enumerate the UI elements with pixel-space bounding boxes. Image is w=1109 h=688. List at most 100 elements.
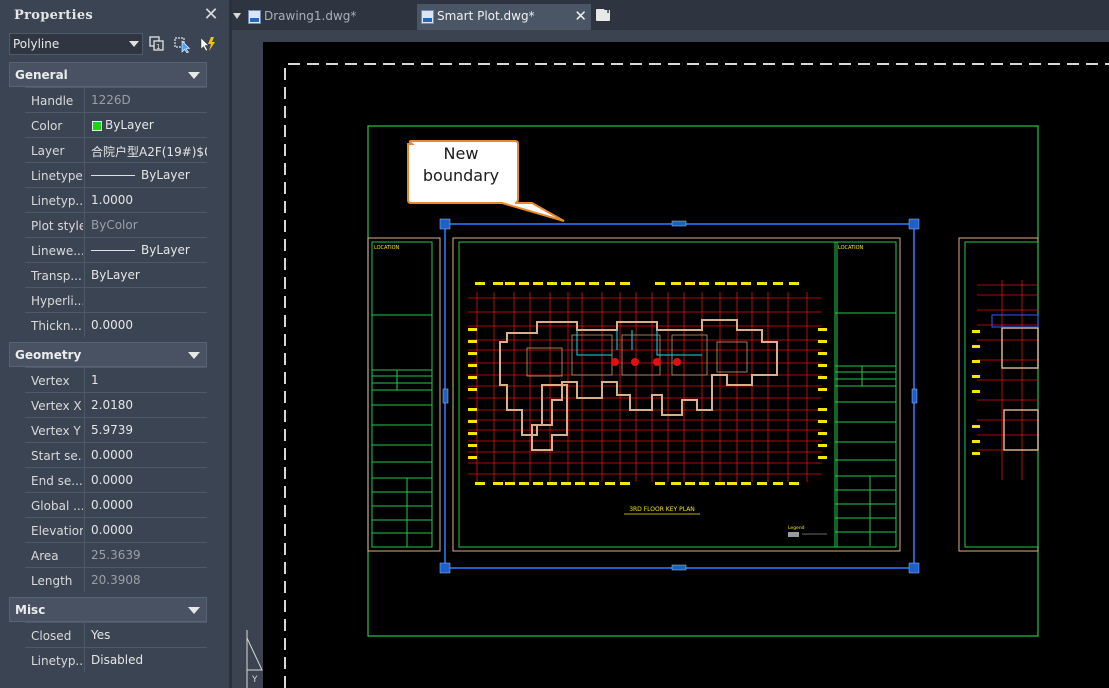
property-value: ByLayer	[105, 118, 154, 132]
grip-handle[interactable]	[439, 218, 451, 230]
property-row-global[interactable]: Global ... 0.0000	[9, 492, 207, 517]
new-tab-icon[interactable]	[596, 2, 613, 21]
section-title: Misc	[15, 603, 46, 617]
grip-handle[interactable]	[908, 218, 920, 230]
property-value-cell[interactable]: Disabled	[85, 647, 207, 672]
grip-handle[interactable]	[908, 562, 920, 574]
tab-label: Smart Plot.dwg*	[437, 9, 535, 23]
section-title: General	[15, 68, 68, 82]
property-value-cell[interactable]: 0.0000	[85, 442, 207, 467]
property-row-color[interactable]: Color ByLayer	[9, 112, 207, 137]
property-value-cell[interactable]: 0.0000	[85, 312, 207, 337]
property-value-cell[interactable]: 25.3639	[85, 542, 207, 567]
close-tab-icon[interactable]: ✕	[574, 7, 587, 25]
property-row-linetype[interactable]: Linetype ByLayer	[9, 162, 207, 187]
grip-handle[interactable]	[671, 564, 687, 571]
tab-smart-plot[interactable]: Smart Plot.dwg* ✕	[417, 4, 591, 30]
line-sample	[91, 250, 135, 251]
property-value-cell[interactable]: 合院户型A2F(19#)$0$A	[85, 137, 207, 162]
property-value-cell[interactable]: 1.0000	[85, 187, 207, 212]
property-row-hyperli[interactable]: Hyperli...	[9, 287, 207, 312]
property-name-cell: Hyperli...	[25, 287, 85, 312]
property-name-cell: Linetyp...	[25, 187, 85, 212]
row-gutter	[9, 467, 25, 492]
property-row-transp[interactable]: Transp... ByLayer	[9, 262, 207, 287]
drawing-viewport[interactable]: LOCATION LOCATION 3RD FLOOR KEY PLAN Leg…	[232, 30, 1109, 688]
property-row-elevation[interactable]: Elevation 0.0000	[9, 517, 207, 542]
property-row-vertex-y[interactable]: Vertex Y 5.9739	[9, 417, 207, 442]
quick-select-icon[interactable]	[199, 35, 217, 53]
property-value-cell[interactable]: ByColor	[85, 212, 207, 237]
select-objects-icon[interactable]	[174, 35, 192, 53]
property-value-cell[interactable]: 0.0000	[85, 492, 207, 517]
property-row-end-se[interactable]: End se... 0.0000	[9, 467, 207, 492]
property-row-linewe[interactable]: Linewe... ByLayer	[9, 237, 207, 262]
row-gutter	[9, 517, 25, 542]
property-value-cell[interactable]: ByLayer	[85, 112, 207, 137]
property-row-plot-style[interactable]: Plot style ByColor	[9, 212, 207, 237]
collapse-icon[interactable]	[188, 607, 200, 614]
grip-handle[interactable]	[911, 388, 918, 404]
property-value: ByLayer	[141, 168, 190, 182]
property-name-cell: Plot style	[25, 212, 85, 237]
property-name: Transp...	[31, 269, 82, 283]
property-row-layer[interactable]: Layer 合院户型A2F(19#)$0$A	[9, 137, 207, 162]
property-value-cell[interactable]: ByLayer	[85, 237, 207, 262]
row-gutter	[9, 287, 25, 312]
section-geometry[interactable]: Geometry	[9, 342, 207, 367]
collapse-icon[interactable]	[188, 72, 200, 79]
property-row-length[interactable]: Length 20.3908	[9, 567, 207, 592]
grip-handle[interactable]	[671, 220, 687, 227]
property-value-cell[interactable]: 2.0180	[85, 392, 207, 417]
property-row-area[interactable]: Area 25.3639	[9, 542, 207, 567]
property-value: ByColor	[91, 218, 138, 232]
svg-text:1: 1	[156, 43, 160, 51]
property-value-cell[interactable]: 1226D	[85, 87, 207, 112]
location-label: LOCATION	[838, 245, 864, 251]
collapse-icon[interactable]	[188, 352, 200, 359]
section-general[interactable]: General	[9, 62, 207, 87]
property-name-cell: Layer	[25, 137, 85, 162]
location-label-left: LOCATION	[374, 245, 400, 251]
property-name: Elevation	[31, 524, 83, 538]
property-row-start-se[interactable]: Start se... 0.0000	[9, 442, 207, 467]
property-name-cell: Linetyp...	[25, 647, 85, 672]
property-name-cell: Vertex Y	[25, 417, 85, 442]
callout-text: New boundary	[409, 143, 513, 201]
property-row-closed[interactable]: Closed Yes	[9, 622, 207, 647]
property-name-cell: Elevation	[25, 517, 85, 542]
row-gutter	[9, 112, 25, 137]
property-value-cell[interactable]: 0.0000	[85, 517, 207, 542]
property-value-cell[interactable]: 20.3908	[85, 567, 207, 592]
toggle-pickadd-icon[interactable]: 1	[148, 35, 166, 53]
property-row-thickn[interactable]: Thickn... 0.0000	[9, 312, 207, 337]
svg-text:Y: Y	[251, 675, 258, 685]
property-row-linetyp[interactable]: Linetyp... Disabled	[9, 647, 207, 672]
tab-drawing1[interactable]: Drawing1.dwg*	[244, 4, 414, 30]
row-gutter	[9, 312, 25, 337]
property-value-cell[interactable]: Yes	[85, 622, 207, 647]
property-value-cell[interactable]: ByLayer	[85, 262, 207, 287]
tab-list-chevron-icon[interactable]	[233, 13, 241, 19]
object-type-dropdown[interactable]: Polyline	[9, 33, 143, 55]
property-row-vertex-x[interactable]: Vertex X 2.0180	[9, 392, 207, 417]
property-row-handle[interactable]: Handle 1226D	[9, 87, 207, 112]
property-value-cell[interactable]: 5.9739	[85, 417, 207, 442]
property-name: Layer	[31, 144, 65, 158]
property-name-cell: Vertex	[25, 367, 85, 392]
drawing-canvas[interactable]: LOCATION LOCATION 3RD FLOOR KEY PLAN Leg…	[232, 30, 1109, 688]
row-gutter	[9, 542, 25, 567]
property-row-linetyp[interactable]: Linetyp... 1.0000	[9, 187, 207, 212]
grip-handle[interactable]	[439, 562, 451, 574]
property-row-vertex[interactable]: Vertex 1	[9, 367, 207, 392]
grip-handle[interactable]	[442, 388, 449, 404]
property-value-cell[interactable]: ByLayer	[85, 162, 207, 187]
property-name-cell: Start se...	[25, 442, 85, 467]
property-value-cell[interactable]: 0.0000	[85, 467, 207, 492]
plan-title: 3RD FLOOR KEY PLAN	[629, 506, 695, 513]
close-icon[interactable]: ✕	[202, 6, 220, 24]
property-value-cell[interactable]: 1	[85, 367, 207, 392]
section-misc[interactable]: Misc	[9, 597, 207, 622]
property-value-cell[interactable]	[85, 287, 207, 312]
chevron-down-icon	[129, 41, 139, 47]
